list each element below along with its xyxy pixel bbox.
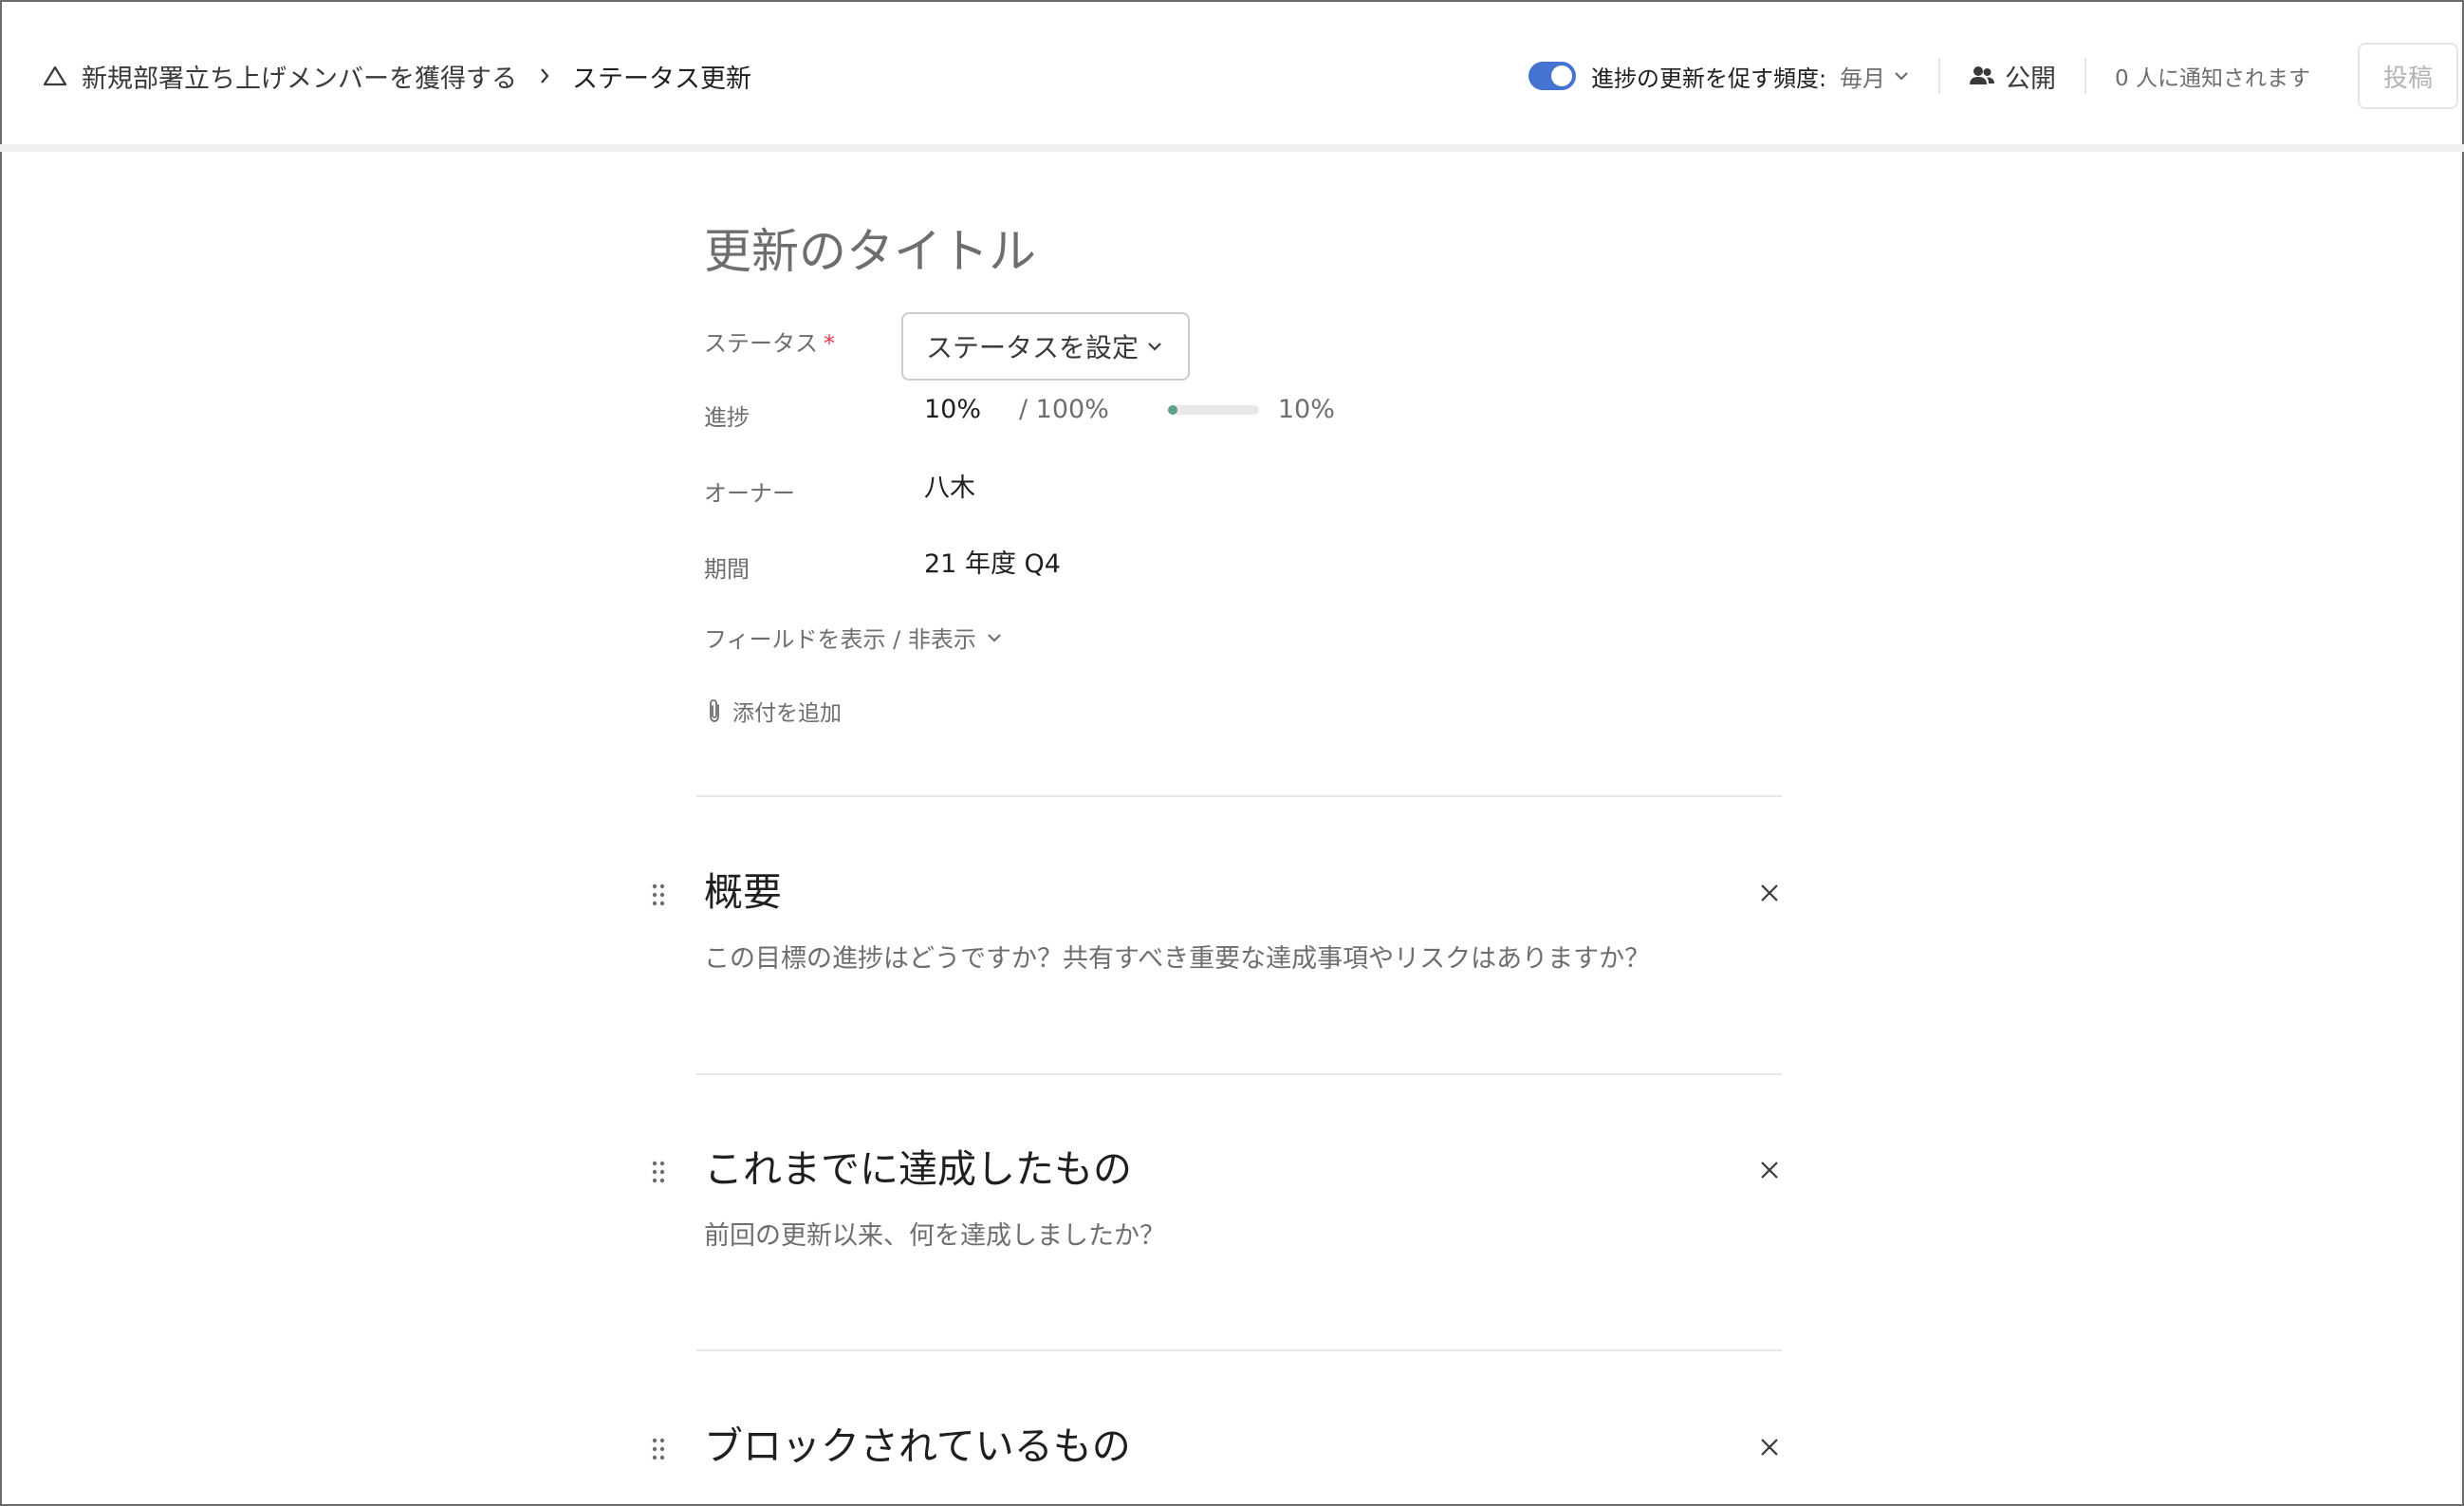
- show-hide-fields-label: フィールドを表示 / 非表示: [704, 626, 976, 653]
- divider: [696, 795, 1782, 797]
- fields-toggle-row: フィールドを表示 / 非表示: [704, 619, 1786, 695]
- set-status-label: ステータスを設定: [926, 332, 1139, 363]
- breadcrumb-goal-link[interactable]: 新規部署立ち上げメンバーを獲得する: [82, 58, 517, 95]
- attach-row: 添付を追加: [704, 695, 1786, 771]
- section-title: ブロックされているもの: [704, 1423, 1131, 1469]
- progress-bar-fill: [1167, 404, 1177, 415]
- required-marker: *: [824, 330, 835, 357]
- section-title: これまでに達成したもの: [704, 1146, 1132, 1192]
- add-attachment-button[interactable]: 添付を追加: [704, 695, 842, 727]
- add-attachment-label: 添付を追加: [732, 701, 842, 726]
- period-label: 期間: [704, 556, 750, 583]
- chevron-down-icon: [988, 633, 1001, 642]
- progress-current[interactable]: 10%: [924, 395, 1019, 424]
- chevron-down-icon: [1895, 72, 1908, 81]
- reminder-frequency-value: 毎月: [1840, 65, 1886, 92]
- owner-row: オーナー 八木: [704, 467, 1786, 543]
- progress-percent: 10%: [1277, 395, 1335, 424]
- owner-value[interactable]: 八木: [924, 467, 975, 504]
- period-value[interactable]: 21 年度 Q4: [924, 543, 1061, 580]
- progress-total: / 100%: [1019, 395, 1109, 424]
- set-status-button[interactable]: ステータスを設定: [901, 312, 1190, 381]
- section-title: 概要: [704, 869, 782, 915]
- privacy-button[interactable]: 公開: [1969, 58, 2056, 95]
- close-icon[interactable]: [1753, 1431, 1786, 1463]
- status-label: ステータス *: [704, 325, 835, 358]
- drag-handle-icon[interactable]: [651, 883, 666, 911]
- progress-label: 進捗: [704, 404, 750, 431]
- chevron-down-icon: [1148, 343, 1161, 351]
- progress-value[interactable]: 10% / 100% 10%: [924, 395, 1335, 424]
- close-icon[interactable]: [1753, 1154, 1786, 1186]
- divider: [1938, 58, 1941, 94]
- show-hide-fields-button[interactable]: フィールドを表示 / 非表示: [704, 621, 1003, 654]
- owner-label: オーナー: [704, 480, 795, 507]
- divider: [696, 1349, 1782, 1351]
- accomplished-section: これまでに達成したもの 前回の更新以来、何を達成しましたか？: [652, 1141, 1786, 1252]
- blocked-section: ブロックされているもの: [652, 1418, 1786, 1475]
- top-bar: 新規部署立ち上げメンバーを獲得する ステータス更新 進捗の更新を促す頻度: 毎月…: [0, 0, 2464, 152]
- people-icon: [1970, 66, 1995, 84]
- privacy-label: 公開: [2005, 64, 2057, 94]
- reminder-label: 進捗の更新を促す頻度:: [1590, 65, 1827, 92]
- progress-bar: [1167, 404, 1259, 415]
- period-row: 期間 21 年度 Q4: [704, 543, 1786, 619]
- section-text-input[interactable]: 前回の更新以来、何を達成しましたか？: [704, 1215, 1786, 1252]
- notify-text[interactable]: 0 人に通知されます: [2115, 60, 2310, 92]
- status-row: ステータス * ステータスを設定: [704, 312, 1786, 391]
- summary-section: 概要 この目標の進捗はどうですか？共有すべき重要な達成事項やリスクはありますか？: [652, 864, 1786, 975]
- paperclip-icon: [710, 699, 719, 722]
- update-form: 更新のタイトル ステータス * ステータスを設定 進捗 10% / 100% 10…: [704, 218, 1786, 771]
- chevron-right-icon: [538, 66, 551, 85]
- close-icon[interactable]: [1753, 877, 1786, 909]
- status-label-text: ステータス: [704, 330, 818, 357]
- update-title-input[interactable]: 更新のタイトル: [704, 218, 1786, 285]
- breadcrumb-current: ステータス更新: [572, 64, 751, 94]
- divider: [696, 1073, 1782, 1075]
- reminder-toggle[interactable]: [1528, 62, 1576, 90]
- goal-icon: [42, 63, 68, 89]
- drag-handle-icon[interactable]: [651, 1437, 666, 1465]
- breadcrumb: 新規部署立ち上げメンバーを獲得する ステータス更新: [42, 55, 751, 97]
- progress-row: 進捗 10% / 100% 10%: [704, 391, 1786, 467]
- toolbar: 進捗の更新を促す頻度: 毎月 公開 0 人に通知されます 投稿: [1528, 42, 2458, 110]
- post-button[interactable]: 投稿: [2358, 43, 2458, 109]
- reminder-frequency-dropdown[interactable]: 毎月: [1840, 60, 1910, 93]
- section-text-input[interactable]: この目標の進捗はどうですか？共有すべき重要な達成事項やリスクはありますか？: [704, 938, 1786, 975]
- drag-handle-icon[interactable]: [651, 1160, 666, 1188]
- divider: [2084, 58, 2087, 94]
